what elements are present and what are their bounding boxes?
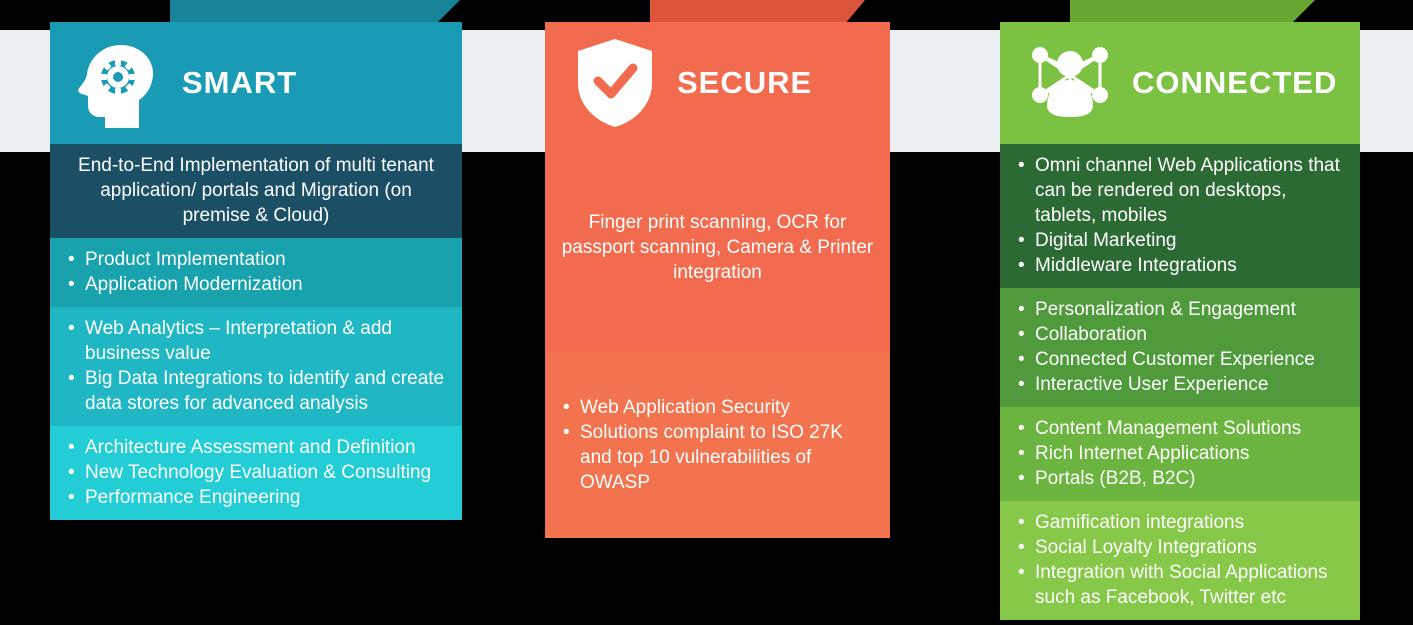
list-item: Web Application Security	[559, 395, 876, 420]
header-secure: SECURE	[545, 22, 890, 144]
list-item: Rich Internet Applications	[1014, 441, 1346, 466]
segment-text: End-to-End Implementation of multi tenan…	[78, 155, 434, 226]
bullet-list: Omni channel Web Applications that can b…	[1014, 153, 1346, 278]
list-item: Web Analytics – Interpretation & add bus…	[64, 316, 448, 366]
segment-smart-4: Architecture Assessment and Definition N…	[50, 426, 462, 520]
list-item: Integration with Social Applications suc…	[1014, 560, 1346, 610]
list-item: Performance Engineering	[64, 485, 448, 510]
list-item: Solutions complaint to ISO 27K and top 1…	[559, 420, 876, 495]
list-item: New Technology Evaluation & Consulting	[64, 460, 448, 485]
bullet-list: Content Management Solutions Rich Intern…	[1014, 416, 1346, 491]
segment-connected-3: Content Management Solutions Rich Intern…	[1000, 407, 1360, 501]
list-item: Content Management Solutions	[1014, 416, 1346, 441]
segment-connected-2: Personalization & Engagement Collaborati…	[1000, 288, 1360, 407]
list-item: Personalization & Engagement	[1014, 297, 1346, 322]
segment-secure-1: Finger print scanning, OCR for passport …	[545, 144, 890, 352]
list-item: Big Data Integrations to identify and cr…	[64, 366, 448, 416]
list-item: Collaboration	[1014, 322, 1346, 347]
list-item: Architecture Assessment and Definition	[64, 435, 448, 460]
list-item: Interactive User Experience	[1014, 372, 1346, 397]
bullet-list: Personalization & Engagement Collaborati…	[1014, 297, 1346, 397]
segment-connected-4: Gamification integrations Social Loyalty…	[1000, 501, 1360, 620]
list-item: Portals (B2B, B2C)	[1014, 466, 1346, 491]
head-gear-icon	[72, 35, 168, 131]
segment-secure-2: Web Application Security Solutions compl…	[545, 352, 890, 538]
segment-smart-3: Web Analytics – Interpretation & add bus…	[50, 307, 462, 426]
list-item: Product Implementation	[64, 247, 448, 272]
bullet-list: Product Implementation Application Moder…	[64, 247, 448, 297]
header-title-connected: CONNECTED	[1132, 65, 1338, 100]
bullet-list: Web Analytics – Interpretation & add bus…	[64, 316, 448, 416]
diagram-canvas: SMART End-to-End Implementation of multi…	[0, 0, 1413, 625]
column-smart: SMART End-to-End Implementation of multi…	[50, 22, 462, 520]
column-secure: SECURE Finger print scanning, OCR for pa…	[545, 22, 890, 538]
list-item: Connected Customer Experience	[1014, 347, 1346, 372]
header-smart: SMART	[50, 22, 462, 144]
network-people-icon	[1022, 35, 1118, 131]
column-connected: CONNECTED Omni channel Web Applications …	[1000, 22, 1360, 620]
segment-smart-2: Product Implementation Application Moder…	[50, 238, 462, 307]
list-item: Digital Marketing	[1014, 228, 1346, 253]
list-item: Social Loyalty Integrations	[1014, 535, 1346, 560]
header-title-secure: SECURE	[677, 65, 813, 100]
bullet-list: Web Application Security Solutions compl…	[559, 395, 876, 495]
segment-smart-1: End-to-End Implementation of multi tenan…	[50, 144, 462, 238]
header-title-smart: SMART	[182, 65, 298, 100]
list-item: Middleware Integrations	[1014, 253, 1346, 278]
segment-connected-1: Omni channel Web Applications that can b…	[1000, 144, 1360, 288]
segment-text: Finger print scanning, OCR for passport …	[561, 212, 874, 283]
list-item: Omni channel Web Applications that can b…	[1014, 153, 1346, 228]
header-connected: CONNECTED	[1000, 22, 1360, 144]
list-item: Application Modernization	[64, 272, 448, 297]
list-item: Gamification integrations	[1014, 510, 1346, 535]
bullet-list: Gamification integrations Social Loyalty…	[1014, 510, 1346, 610]
shield-check-icon	[567, 35, 663, 131]
bullet-list: Architecture Assessment and Definition N…	[64, 435, 448, 510]
